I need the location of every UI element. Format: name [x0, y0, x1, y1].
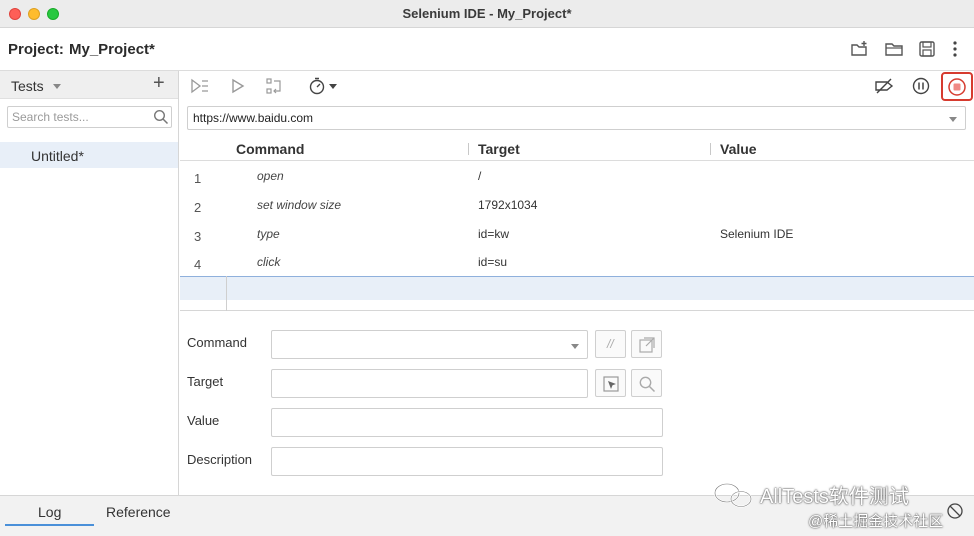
tab-reference[interactable]: Reference [106, 504, 171, 520]
base-url-select[interactable]: https://www.baidu.com [187, 106, 966, 130]
stop-recording-button[interactable] [941, 72, 973, 101]
select-target-button[interactable] [595, 369, 626, 397]
row-target: 1792x1034 [478, 198, 538, 212]
search-tests-box[interactable] [7, 106, 172, 128]
chevron-down-icon[interactable] [571, 344, 579, 349]
row-command: click [257, 255, 281, 269]
tests-sidebar: Tests + Untitled* [0, 71, 179, 495]
title-bar: Selenium IDE - My_Project* [0, 0, 974, 28]
main-panel: https://www.baidu.com Command Target Val… [180, 71, 974, 495]
search-icon [153, 109, 169, 125]
watermark-subtitle: @稀土掘金技术社区 [808, 513, 944, 530]
open-project-icon[interactable] [884, 39, 904, 59]
disable-breakpoints-icon[interactable] [873, 76, 895, 96]
clear-log-icon[interactable] [946, 502, 964, 520]
row-number: 3 [194, 229, 202, 244]
project-label: Project: [8, 41, 64, 58]
add-test-button[interactable]: + [153, 73, 165, 93]
search-tests-input[interactable] [12, 109, 150, 125]
active-tab-indicator [5, 524, 94, 526]
row-number-divider [226, 276, 227, 311]
row-command: set window size [257, 198, 342, 212]
row-number: 2 [194, 200, 202, 215]
test-list-item[interactable]: Untitled* [0, 142, 178, 168]
open-reference-button[interactable] [631, 330, 662, 358]
watermark-title: AllTests软件测试 [760, 486, 909, 508]
find-target-button[interactable] [631, 369, 662, 397]
project-name[interactable]: My_Project* [69, 41, 155, 58]
base-url-value: https://www.baidu.com [193, 111, 314, 125]
table-row[interactable]: 3 type id=kw Selenium IDE [180, 220, 974, 249]
column-header-command: Command [236, 141, 305, 157]
commands-table: Command Target Value 1 open / 2 set wind… [180, 137, 974, 311]
chevron-down-icon[interactable] [949, 117, 957, 122]
value-input[interactable] [278, 415, 629, 431]
table-row[interactable]: 2 set window size 1792x1034 [180, 191, 974, 220]
tab-log[interactable]: Log [38, 504, 61, 520]
table-row[interactable]: 1 open / [180, 162, 974, 191]
value-field[interactable] [271, 408, 663, 437]
comment-toggle-button[interactable]: // [595, 330, 626, 358]
run-icon[interactable] [228, 76, 248, 96]
column-divider[interactable] [468, 143, 469, 155]
step-icon[interactable] [265, 76, 285, 96]
row-target: id=kw [478, 227, 510, 241]
tests-dropdown[interactable]: Tests [11, 78, 44, 94]
wechat-logo-icon [714, 483, 752, 508]
column-header-value: Value [720, 141, 757, 157]
target-label: Target [187, 374, 224, 389]
speed-timer-icon[interactable] [308, 76, 340, 96]
new-command-row[interactable] [180, 276, 974, 300]
new-project-icon[interactable] [849, 39, 869, 59]
column-header-target: Target [478, 141, 520, 157]
save-project-icon[interactable] [917, 39, 937, 59]
tests-header: Tests + [0, 71, 178, 99]
row-value: Selenium IDE [720, 227, 794, 241]
run-all-icon[interactable] [190, 76, 210, 96]
pause-icon[interactable] [911, 76, 931, 96]
target-field[interactable] [271, 369, 588, 398]
window-title: Selenium IDE - My_Project* [402, 6, 572, 21]
table-header: Command Target Value [180, 137, 974, 161]
playback-toolbar [180, 71, 974, 101]
project-bar: Project: My_Project* [0, 29, 974, 71]
chevron-down-icon[interactable] [53, 84, 61, 89]
target-input[interactable] [278, 376, 562, 392]
stop-record-icon [948, 78, 966, 96]
row-command: type [257, 227, 280, 241]
row-command: open [257, 169, 284, 183]
search-icon [639, 376, 656, 393]
column-divider[interactable] [710, 143, 711, 155]
row-target: id=su [478, 255, 508, 269]
row-number: 4 [194, 257, 202, 272]
row-number: 1 [194, 171, 202, 186]
row-target: / [478, 169, 482, 183]
description-input[interactable] [278, 454, 629, 470]
select-element-icon [603, 376, 619, 392]
description-field[interactable] [271, 447, 663, 476]
test-name: Untitled* [31, 148, 84, 164]
external-link-icon [639, 337, 655, 353]
table-row[interactable]: 4 click id=su [180, 248, 974, 277]
command-input[interactable] [278, 337, 562, 353]
description-label: Description [187, 452, 253, 467]
value-label: Value [187, 413, 220, 428]
comment-icon: // [607, 337, 614, 351]
command-select[interactable] [271, 330, 588, 359]
command-label: Command [187, 335, 247, 350]
more-options-icon[interactable] [945, 39, 965, 59]
